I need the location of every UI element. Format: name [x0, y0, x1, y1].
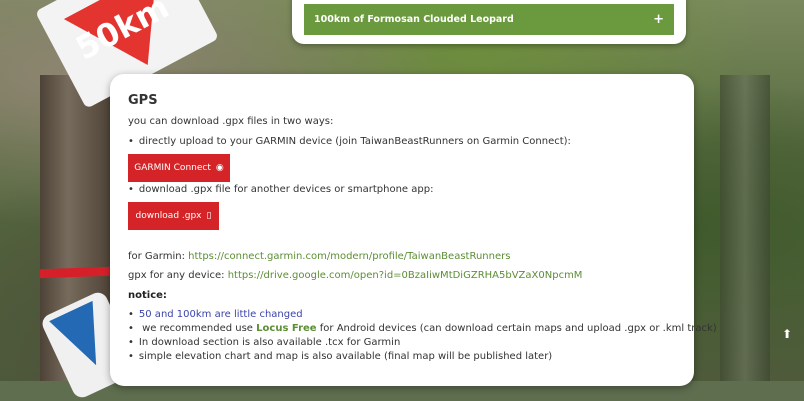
notice-item-1: 50 and 100km are little changed	[128, 309, 303, 320]
smartphone-icon: ▯	[206, 211, 212, 221]
gps-card: GPS you can download .gpx files in two w…	[110, 74, 717, 386]
notice-item-2: we recommended use Locus Free for Androi…	[128, 323, 717, 334]
gps-heading: GPS	[128, 93, 158, 108]
accordion-card: 100km of Formosan Clouded Leopard +	[292, 0, 686, 44]
tree-trunk-right	[720, 75, 770, 381]
notice-item-4: simple elevation chart and map is also a…	[128, 351, 552, 362]
scroll-top-icon[interactable]: ⬆	[782, 327, 792, 341]
download-gpx-button[interactable]: download .gpx ▯	[128, 202, 219, 230]
garmin-profile-link[interactable]: https://connect.garmin.com/modern/profil…	[188, 251, 510, 262]
location-pin-icon: ◉	[215, 163, 224, 173]
garmin-link-label: for Garmin:	[128, 251, 185, 262]
garmin-connect-label: GARMIN Connect	[134, 163, 211, 173]
garmin-connect-button[interactable]: GARMIN Connect ◉	[128, 154, 230, 182]
accordion-title: 100km of Formosan Clouded Leopard	[314, 14, 514, 25]
notice-item-3: In download section is also available .t…	[128, 337, 400, 348]
notice-heading: notice:	[128, 290, 167, 301]
plus-icon[interactable]: +	[653, 12, 664, 27]
gpx-drive-link[interactable]: https://drive.google.com/open?id=0BzaIiw…	[228, 270, 583, 281]
option-garmin-text: directly upload to your GARMIN device (j…	[128, 136, 571, 147]
gpx-link-row: gpx for any device: https://drive.google…	[128, 270, 582, 281]
accordion-100km[interactable]: 100km of Formosan Clouded Leopard +	[304, 4, 674, 35]
download-gpx-label: download .gpx	[135, 211, 202, 221]
garmin-link-row: for Garmin: https://connect.garmin.com/m…	[128, 251, 510, 262]
gps-intro: you can download .gpx files in two ways:	[128, 116, 334, 127]
locus-free-link[interactable]: Locus Free	[256, 323, 316, 334]
option-download-text: download .gpx file for another devices o…	[128, 184, 434, 195]
gpx-link-label: gpx for any device:	[128, 270, 225, 281]
